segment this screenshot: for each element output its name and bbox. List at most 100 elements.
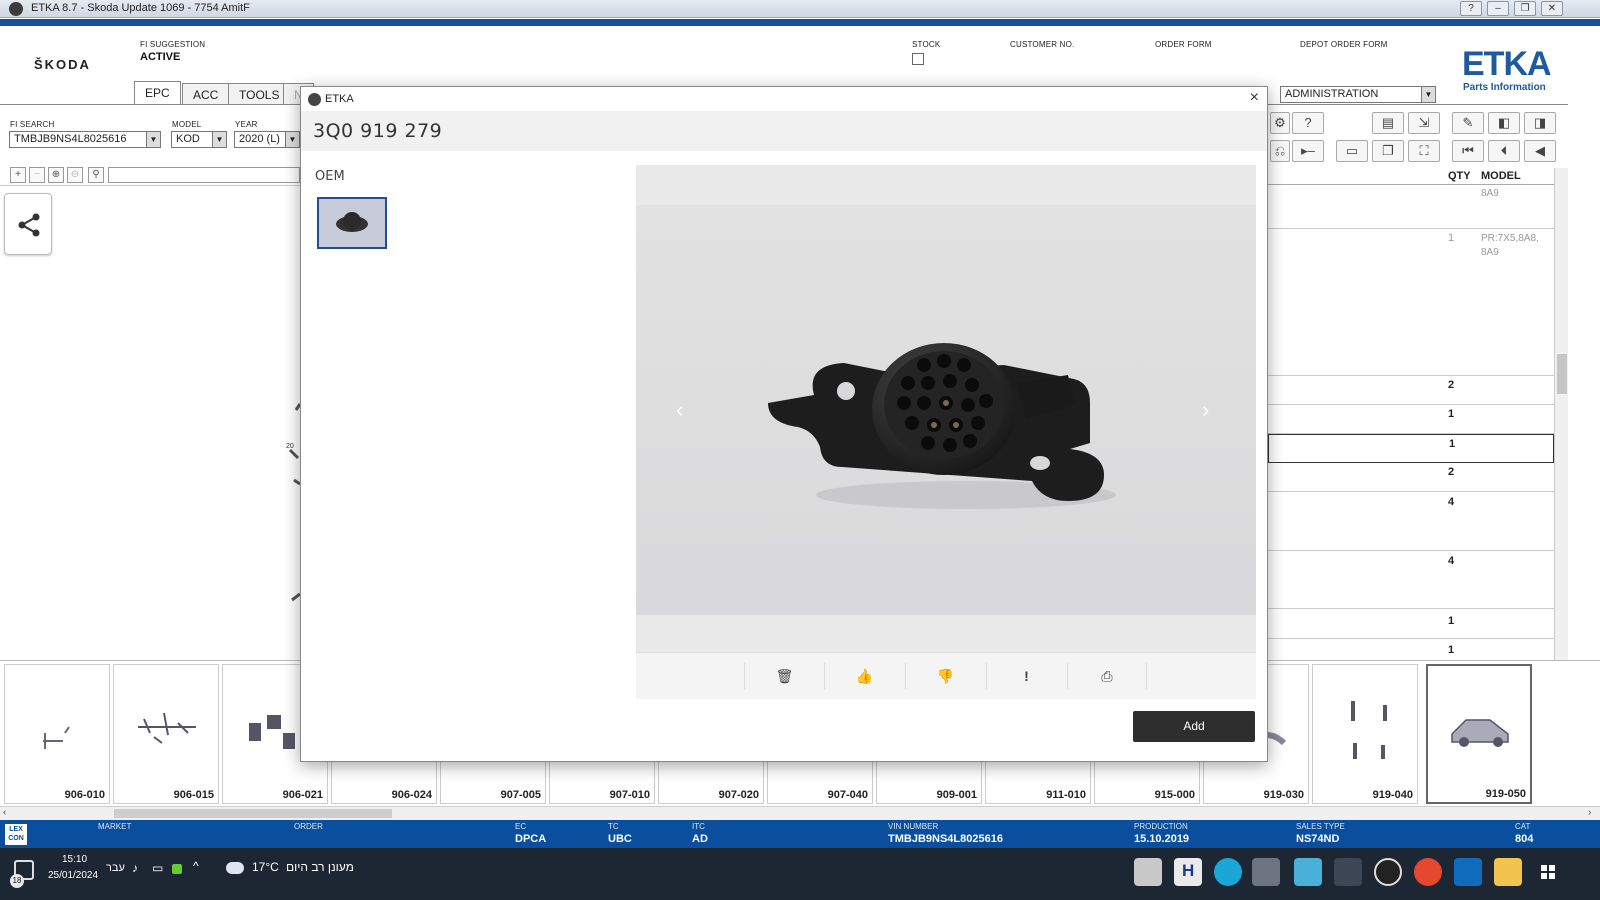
diagram-thumb-icon (138, 712, 196, 744)
model-header: MODEL (1481, 170, 1521, 182)
outlook-icon[interactable] (1454, 858, 1482, 886)
table-row-selected[interactable]: 1 (1268, 434, 1554, 463)
model-select[interactable]: KOD ▼ (171, 131, 227, 148)
depot-icon[interactable]: ▤ (1372, 112, 1404, 134)
cart-icon[interactable]: ⇲ (1408, 112, 1440, 134)
play-minus-icon[interactable]: ▸– (1292, 140, 1324, 162)
prev-image-icon[interactable]: ‹ (676, 397, 683, 423)
share-button[interactable] (4, 193, 52, 255)
zoom-in-icon[interactable]: + (10, 167, 26, 183)
thumbnail-item[interactable]: 906-010 (4, 664, 110, 804)
scrollbar-thumb[interactable] (1557, 354, 1567, 394)
tool-icon-1[interactable]: ⚙ (1270, 112, 1290, 134)
scroll-right-icon[interactable]: › (1588, 807, 1591, 818)
table-row[interactable]: 4 (1268, 551, 1554, 609)
part-number: 3Q0 919 279 (313, 120, 443, 142)
search-parts-icon[interactable]: ? (1292, 112, 1324, 134)
calculator-icon[interactable] (1334, 858, 1362, 886)
tc-label: TC (608, 822, 619, 831)
tab-epc[interactable]: EPC (134, 81, 181, 105)
etka-task-icon[interactable] (1252, 858, 1280, 886)
table-row[interactable]: 2 (1268, 463, 1554, 492)
row-qty: 1 (1448, 615, 1455, 627)
chrome-icon[interactable] (1414, 858, 1442, 886)
zoom-out-icon[interactable]: − (29, 167, 45, 183)
prev-page-icon[interactable]: ⏴ (1488, 140, 1520, 162)
pin-icon[interactable]: ✎ (1452, 112, 1484, 134)
magnifier-icon[interactable]: ⚲ (88, 167, 104, 183)
exclamation-icon[interactable]: ! (986, 663, 1066, 689)
thumbs-down-icon[interactable]: 👎 (905, 663, 985, 689)
app-icon-7[interactable] (1374, 858, 1402, 886)
folder-icon[interactable] (1494, 858, 1522, 886)
zoom-area-icon[interactable]: ⊖ (67, 167, 83, 183)
table-row[interactable]: 1 (1268, 405, 1554, 434)
help-button[interactable]: ? (1460, 1, 1482, 16)
page-forward-icon[interactable]: ◨ (1524, 112, 1556, 134)
language-indicator[interactable]: עבר (106, 862, 125, 874)
tool-icon-2[interactable]: ⎌ (1270, 140, 1290, 162)
thumbnail-item-selected[interactable]: 919-050 (1426, 664, 1532, 804)
next-image-icon[interactable]: › (1202, 397, 1209, 423)
status-bar: LEX CON MARKET ORDER EC DPCA TC UBC ITC … (0, 820, 1600, 848)
table-row[interactable]: 1 PR:7X5,8A8, 8A9 (1268, 229, 1554, 376)
thumbnail-label: 907-010 (609, 789, 650, 801)
basket-icon[interactable]: ⛶ (1408, 140, 1440, 162)
network-icon[interactable]: ▭ (152, 861, 163, 875)
thumbnail-label: 911-010 (1046, 789, 1086, 801)
brand-logo: ŠKODA (34, 57, 91, 72)
app-icon-5[interactable] (1294, 858, 1322, 886)
thumbnail-scrollbar[interactable]: ‹ › (0, 806, 1600, 820)
scrollbar-thumb[interactable] (114, 809, 392, 818)
table-row[interactable]: 4 (1268, 492, 1554, 551)
compare-icon[interactable]: ▭ (1336, 140, 1368, 162)
part-image-thumbnail[interactable] (317, 197, 387, 249)
page-back-icon[interactable]: ◧ (1488, 112, 1520, 134)
chevron-down-icon: ▼ (285, 132, 299, 147)
windows-start-icon[interactable] (1534, 858, 1562, 886)
weather-temp[interactable]: 17°C (252, 860, 279, 874)
table-row[interactable]: 2 (1268, 376, 1554, 405)
fi-search-input[interactable]: TMBJB9NS4L8025616 ▼ (9, 131, 161, 148)
row-qty: 4 (1448, 496, 1455, 508)
close-icon[interactable]: × (1250, 89, 1259, 107)
list-scrollbar[interactable] (1554, 168, 1568, 660)
copy-icon[interactable]: ❐ (1372, 140, 1404, 162)
chevron-up-icon[interactable]: ^ (193, 859, 199, 873)
thumbs-up-icon[interactable]: 👍 (824, 663, 904, 689)
clock-date[interactable]: 25/01/2024 (48, 870, 98, 881)
back-icon[interactable]: ◀ (1524, 140, 1556, 162)
tab-tools[interactable]: TOOLS (228, 83, 291, 105)
zoom-input[interactable] (108, 167, 300, 183)
year-select[interactable]: 2020 (L) ▼ (234, 131, 300, 148)
print-icon[interactable]: ⎙ (1067, 663, 1147, 689)
sales-type-label: SALES TYPE (1296, 822, 1345, 831)
scroll-left-icon[interactable]: ‹ (3, 807, 6, 818)
fi-search-value: TMBJB9NS4L8025616 (14, 133, 127, 145)
thumbnail-item[interactable]: 919-040 (1312, 664, 1418, 804)
volume-icon[interactable]: ♪ (132, 861, 138, 875)
administration-dropdown[interactable]: ADMINISTRATION ▼ (1280, 86, 1436, 103)
printer-app-icon[interactable] (1134, 858, 1162, 886)
stock-checkbox[interactable] (912, 53, 924, 65)
order-form-label: ORDER FORM (1155, 40, 1212, 49)
restore-button[interactable]: ❐ (1514, 1, 1536, 16)
clock-time[interactable]: 15:10 (62, 854, 87, 865)
table-row[interactable]: 1 (1268, 639, 1554, 660)
close-window-button[interactable]: ✕ (1541, 1, 1563, 16)
dialog-title: ETKA (325, 93, 354, 105)
minimize-button[interactable]: – (1487, 1, 1509, 16)
zoom-fit-icon[interactable]: ⊕ (48, 167, 64, 183)
table-row[interactable]: 1 (1268, 609, 1554, 639)
weather-text[interactable]: מעונן רב היום (286, 860, 354, 874)
edge-icon[interactable] (1214, 858, 1242, 886)
part-photo (636, 205, 1256, 615)
thumbnail-item[interactable]: 906-015 (113, 664, 219, 804)
add-button[interactable]: Add (1133, 711, 1255, 742)
trash-icon[interactable]: 🗑 (744, 663, 824, 689)
h-app-icon[interactable]: H (1174, 858, 1202, 886)
first-page-icon[interactable]: ⏮ (1452, 140, 1484, 162)
tray-app-icon[interactable] (172, 864, 182, 874)
tab-acc[interactable]: ACC (182, 83, 230, 105)
table-row[interactable]: 8A9 (1268, 185, 1554, 229)
